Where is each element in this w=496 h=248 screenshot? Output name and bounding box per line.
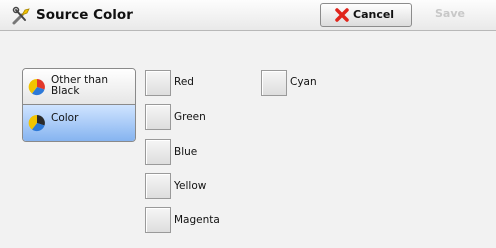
checkbox-green[interactable] — [145, 104, 171, 130]
label-red: Red — [174, 76, 194, 88]
option-label: Color — [51, 112, 79, 124]
title-bar: Source Color Cancel Save — [0, 0, 496, 31]
cancel-button[interactable]: Cancel — [320, 3, 412, 27]
checkbox-magenta[interactable] — [145, 207, 171, 233]
close-icon — [335, 8, 349, 22]
label-magenta: Magenta — [174, 214, 220, 226]
option-label-line2: Black — [51, 85, 80, 97]
label-yellow: Yellow — [174, 180, 207, 192]
label-green: Green — [174, 111, 206, 123]
source-mode-group: Other than Black Color — [22, 68, 136, 142]
color-wheel-icon — [28, 78, 45, 96]
cancel-label: Cancel — [353, 8, 395, 21]
checkbox-blue[interactable] — [145, 139, 171, 165]
tools-icon — [12, 6, 30, 25]
option-color[interactable]: Color — [23, 105, 135, 141]
checkbox-red[interactable] — [145, 70, 171, 96]
save-button[interactable]: Save — [416, 3, 484, 25]
page-title: Source Color — [36, 7, 133, 23]
label-blue: Blue — [174, 146, 198, 158]
color-wheel-icon — [28, 114, 45, 132]
label-cyan: Cyan — [290, 76, 317, 88]
option-other-than-black[interactable]: Other than Black — [23, 69, 135, 105]
checkbox-cyan[interactable] — [261, 70, 287, 96]
checkbox-yellow[interactable] — [145, 173, 171, 199]
